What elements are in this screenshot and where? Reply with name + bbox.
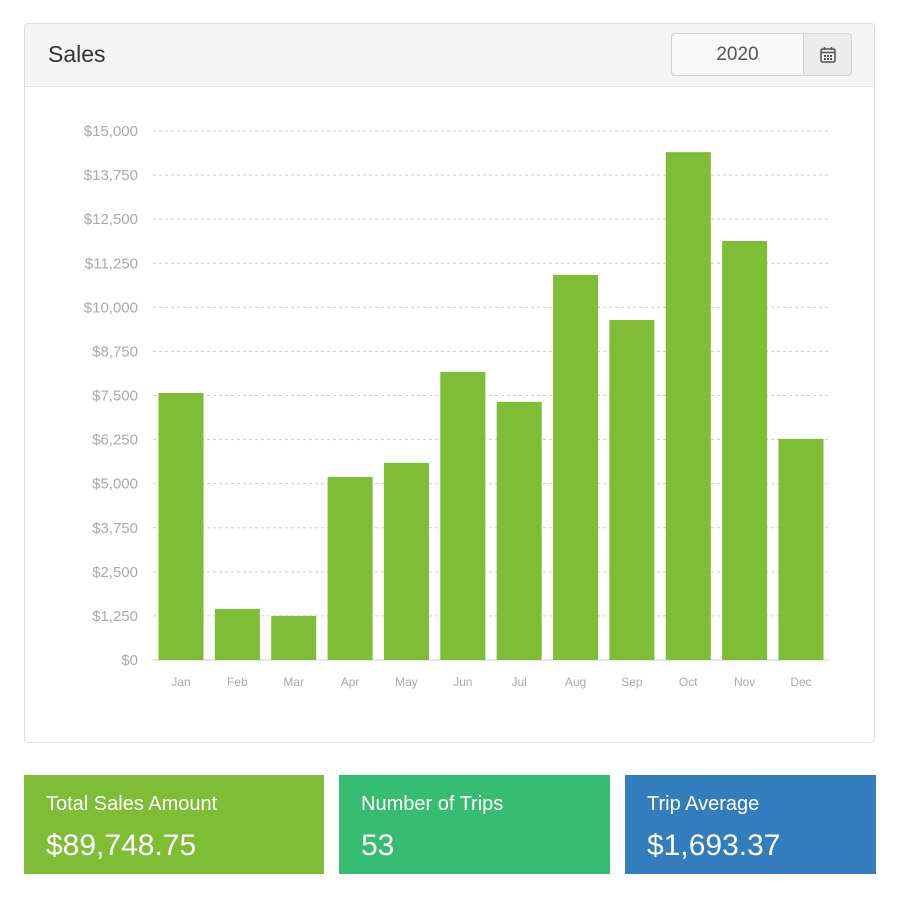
x-tick-label: Jul xyxy=(512,675,527,689)
sales-bar-chart: $0 $1,250 $2,500 $3,750 $5,000 $6,250 $7,500 $8… xyxy=(84,123,829,689)
x-tick-label: Jan xyxy=(171,675,190,689)
bar-apr xyxy=(327,476,373,660)
card-label: Number of Trips xyxy=(361,793,504,815)
x-tick-label: Sep xyxy=(621,675,643,689)
card-label: Trip Average xyxy=(647,793,760,815)
x-tick-label: Jun xyxy=(453,675,472,689)
bar-jul xyxy=(496,401,542,660)
trip-average-card: Trip Average $1,693.37 xyxy=(625,775,876,874)
card-value: $89,748.75 xyxy=(46,829,197,862)
y-tick-label: $5,000 xyxy=(92,476,138,493)
y-tick-label: $6,250 xyxy=(92,432,138,449)
bar-sep xyxy=(609,320,655,660)
y-tick-label: $11,250 xyxy=(85,255,138,272)
y-tick-label: $8,750 xyxy=(92,343,138,360)
y-tick-label: $3,750 xyxy=(92,520,138,537)
y-tick-label: $10,000 xyxy=(84,299,138,316)
bar-mar xyxy=(271,615,317,660)
bar-jun xyxy=(440,371,486,660)
y-tick-label: $0 xyxy=(121,652,138,669)
bar-nov xyxy=(722,241,768,661)
bar-jan xyxy=(158,393,204,660)
y-tick-label: $7,500 xyxy=(92,388,138,405)
bar-may xyxy=(383,462,429,660)
number-of-trips-card: Number of Trips 53 xyxy=(339,775,610,874)
y-tick-label: $15,000 xyxy=(84,123,138,140)
x-tick-label: Dec xyxy=(790,675,811,689)
card-label: Total Sales Amount xyxy=(46,793,218,815)
y-tick-label: $1,250 xyxy=(92,608,138,625)
card-value: $1,693.37 xyxy=(647,829,781,862)
bar-aug xyxy=(553,274,599,660)
x-tick-label: Oct xyxy=(679,675,698,689)
y-tick-label: $2,500 xyxy=(92,564,138,581)
x-tick-label: Nov xyxy=(734,675,755,689)
total-sales-card: Total Sales Amount $89,748.75 xyxy=(24,775,324,874)
y-tick-label: $13,750 xyxy=(84,167,138,184)
card-value: 53 xyxy=(361,829,395,862)
bar-oct xyxy=(665,152,711,660)
x-tick-label: Mar xyxy=(283,675,304,689)
bar-feb xyxy=(214,608,260,660)
y-tick-label: $12,500 xyxy=(84,211,138,228)
x-tick-label: May xyxy=(395,675,418,689)
bar-dec xyxy=(778,438,824,660)
x-tick-label: Apr xyxy=(341,675,360,689)
x-tick-label: Aug xyxy=(565,675,586,689)
x-tick-label: Feb xyxy=(227,675,248,689)
